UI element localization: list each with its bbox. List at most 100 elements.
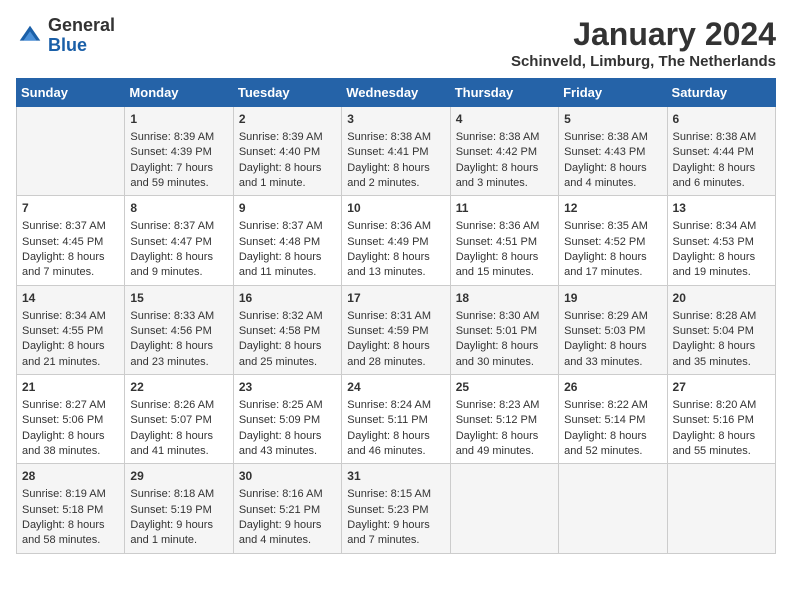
day-number: 27 bbox=[673, 379, 770, 396]
sunset-text: Sunset: 4:45 PM bbox=[22, 236, 103, 248]
day-number: 21 bbox=[22, 379, 119, 396]
daylight-text: Daylight: 8 hours and 28 minutes. bbox=[347, 340, 430, 367]
table-row: 27 Sunrise: 8:20 AM Sunset: 5:16 PM Dayligh… bbox=[667, 375, 775, 464]
sunset-text: Sunset: 4:51 PM bbox=[456, 236, 537, 248]
sunrise-text: Sunrise: 8:23 AM bbox=[456, 399, 540, 411]
table-row: 18Sunrise: 8:30 AMSunset: 5:01 PMDayligh… bbox=[450, 285, 558, 374]
calendar-week-row: 14Sunrise: 8:34 AMSunset: 4:55 PMDayligh… bbox=[17, 285, 776, 374]
sunset-text: Sunset: 4:49 PM bbox=[347, 236, 428, 248]
sunset-text: Sunset: 5:06 PM bbox=[22, 414, 103, 426]
table-row: 11Sunrise: 8:36 AMSunset: 4:51 PMDayligh… bbox=[450, 196, 558, 285]
sunset-text: Sunset: 4:52 PM bbox=[564, 236, 645, 248]
sunrise-text: Sunrise: 8:31 AM bbox=[347, 310, 431, 322]
sunset-text: Sunset: 4:53 PM bbox=[673, 236, 754, 248]
daylight-text: Daylight: 8 hours and 52 minutes. bbox=[564, 430, 647, 457]
daylight-text: Daylight: 9 hours and 4 minutes. bbox=[239, 519, 322, 546]
sunset-text: Sunset: 4:55 PM bbox=[22, 325, 103, 337]
daylight-text: Daylight: 8 hours and 1 minute. bbox=[239, 162, 322, 189]
table-row: 2Sunrise: 8:39 AMSunset: 4:40 PMDaylight… bbox=[233, 107, 341, 196]
table-row: 14Sunrise: 8:34 AMSunset: 4:55 PMDayligh… bbox=[17, 285, 125, 374]
sunset-text: Sunset: 5:07 PM bbox=[130, 414, 211, 426]
col-tuesday: Tuesday bbox=[233, 79, 341, 107]
daylight-text: Daylight: 9 hours and 7 minutes. bbox=[347, 519, 430, 546]
sunrise-text: Sunrise: 8:16 AM bbox=[239, 488, 323, 500]
daylight-text: Daylight: 8 hours and 23 minutes. bbox=[130, 340, 213, 367]
table-row: 19Sunrise: 8:29 AMSunset: 5:03 PMDayligh… bbox=[559, 285, 667, 374]
day-number: 23 bbox=[239, 379, 336, 396]
logo-text: General Blue bbox=[48, 16, 115, 56]
day-number: 6 bbox=[673, 111, 770, 128]
table-row: 24Sunrise: 8:24 AMSunset: 5:11 PMDayligh… bbox=[342, 375, 450, 464]
table-row: 20Sunrise: 8:28 AMSunset: 5:04 PMDayligh… bbox=[667, 285, 775, 374]
day-number: 18 bbox=[456, 290, 553, 307]
sunset-text: Sunset: 5:11 PM bbox=[347, 414, 428, 426]
day-number: 4 bbox=[456, 111, 553, 128]
sunset-text: Sunset: 4:43 PM bbox=[564, 146, 645, 158]
daylight-text: Daylight: 8 hours and 30 minutes. bbox=[456, 340, 539, 367]
sunset-text: Sunset: 4:59 PM bbox=[347, 325, 428, 337]
calendar-week-row: 1Sunrise: 8:39 AMSunset: 4:39 PMDaylight… bbox=[17, 107, 776, 196]
daylight-text: Daylight: 8 hours and 25 minutes. bbox=[239, 340, 322, 367]
day-number: 28 bbox=[22, 468, 119, 485]
daylight-text: Daylight: 8 hours and 11 minutes. bbox=[239, 251, 322, 278]
daylight-text: Daylight: 8 hours and 55 minutes. bbox=[673, 430, 756, 457]
calendar-header-row: Sunday Monday Tuesday Wednesday Thursday… bbox=[17, 79, 776, 107]
day-number: 30 bbox=[239, 468, 336, 485]
sunrise-text: Sunrise: 8:36 AM bbox=[347, 220, 431, 232]
day-number: 9 bbox=[239, 200, 336, 217]
table-row: 7Sunrise: 8:37 AMSunset: 4:45 PMDaylight… bbox=[17, 196, 125, 285]
location-title: Schinveld, Limburg, The Netherlands bbox=[511, 53, 776, 70]
col-wednesday: Wednesday bbox=[342, 79, 450, 107]
sunset-text: Sunset: 5:12 PM bbox=[456, 414, 537, 426]
sunset-text: Sunset: 5:04 PM bbox=[673, 325, 754, 337]
table-row: 3Sunrise: 8:38 AMSunset: 4:41 PMDaylight… bbox=[342, 107, 450, 196]
daylight-text: Daylight: 8 hours and 13 minutes. bbox=[347, 251, 430, 278]
table-row bbox=[559, 464, 667, 553]
daylight-text: Daylight: 8 hours and 33 minutes. bbox=[564, 340, 647, 367]
sunset-text: Sunset: 4:44 PM bbox=[673, 146, 754, 158]
day-number: 1 bbox=[130, 111, 227, 128]
sunset-text: Sunset: 5:18 PM bbox=[22, 504, 103, 516]
col-saturday: Saturday bbox=[667, 79, 775, 107]
table-row: 13Sunrise: 8:34 AMSunset: 4:53 PMDayligh… bbox=[667, 196, 775, 285]
table-row: 1Sunrise: 8:39 AMSunset: 4:39 PMDaylight… bbox=[125, 107, 233, 196]
day-number: 26 bbox=[564, 379, 661, 396]
sunrise-text: Sunrise: 8:37 AM bbox=[130, 220, 214, 232]
day-number: 20 bbox=[673, 290, 770, 307]
table-row: 23Sunrise: 8:25 AMSunset: 5:09 PMDayligh… bbox=[233, 375, 341, 464]
daylight-text: Daylight: 8 hours and 46 minutes. bbox=[347, 430, 430, 457]
daylight-text: Daylight: 7 hours and 59 minutes. bbox=[130, 162, 213, 189]
sunset-text: Sunset: 5:01 PM bbox=[456, 325, 537, 337]
day-number: 5 bbox=[564, 111, 661, 128]
sunset-text: Sunset: 4:56 PM bbox=[130, 325, 211, 337]
daylight-text: Daylight: 8 hours and 9 minutes. bbox=[130, 251, 213, 278]
sunrise-text: Sunrise: 8:34 AM bbox=[22, 310, 106, 322]
day-number: 24 bbox=[347, 379, 444, 396]
day-number: 8 bbox=[130, 200, 227, 217]
daylight-text: Daylight: 8 hours and 7 minutes. bbox=[22, 251, 105, 278]
sunrise-text: Sunrise: 8:20 AM bbox=[673, 399, 757, 411]
sunrise-text: Sunrise: 8:36 AM bbox=[456, 220, 540, 232]
month-title: January 2024 bbox=[511, 16, 776, 53]
sunset-text: Sunset: 5:16 PM bbox=[673, 414, 754, 426]
sunrise-text: Sunrise: 8:35 AM bbox=[564, 220, 648, 232]
calendar-table: Sunday Monday Tuesday Wednesday Thursday… bbox=[16, 78, 776, 554]
daylight-text: Daylight: 8 hours and 6 minutes. bbox=[673, 162, 756, 189]
sunset-text: Sunset: 5:19 PM bbox=[130, 504, 211, 516]
logo: General Blue bbox=[16, 16, 115, 56]
sunset-text: Sunset: 5:14 PM bbox=[564, 414, 645, 426]
sunrise-text: Sunrise: 8:29 AM bbox=[564, 310, 648, 322]
table-row: 10Sunrise: 8:36 AMSunset: 4:49 PMDayligh… bbox=[342, 196, 450, 285]
day-number: 22 bbox=[130, 379, 227, 396]
daylight-text: Daylight: 8 hours and 2 minutes. bbox=[347, 162, 430, 189]
title-block: January 2024 Schinveld, Limburg, The Net… bbox=[511, 16, 776, 70]
sunrise-text: Sunrise: 8:18 AM bbox=[130, 488, 214, 500]
daylight-text: Daylight: 8 hours and 38 minutes. bbox=[22, 430, 105, 457]
sunset-text: Sunset: 4:39 PM bbox=[130, 146, 211, 158]
daylight-text: Daylight: 9 hours and 1 minute. bbox=[130, 519, 213, 546]
daylight-text: Daylight: 8 hours and 35 minutes. bbox=[673, 340, 756, 367]
sunset-text: Sunset: 4:40 PM bbox=[239, 146, 320, 158]
calendar-week-row: 28Sunrise: 8:19 AMSunset: 5:18 PMDayligh… bbox=[17, 464, 776, 553]
daylight-text: Daylight: 8 hours and 17 minutes. bbox=[564, 251, 647, 278]
day-number: 19 bbox=[564, 290, 661, 307]
